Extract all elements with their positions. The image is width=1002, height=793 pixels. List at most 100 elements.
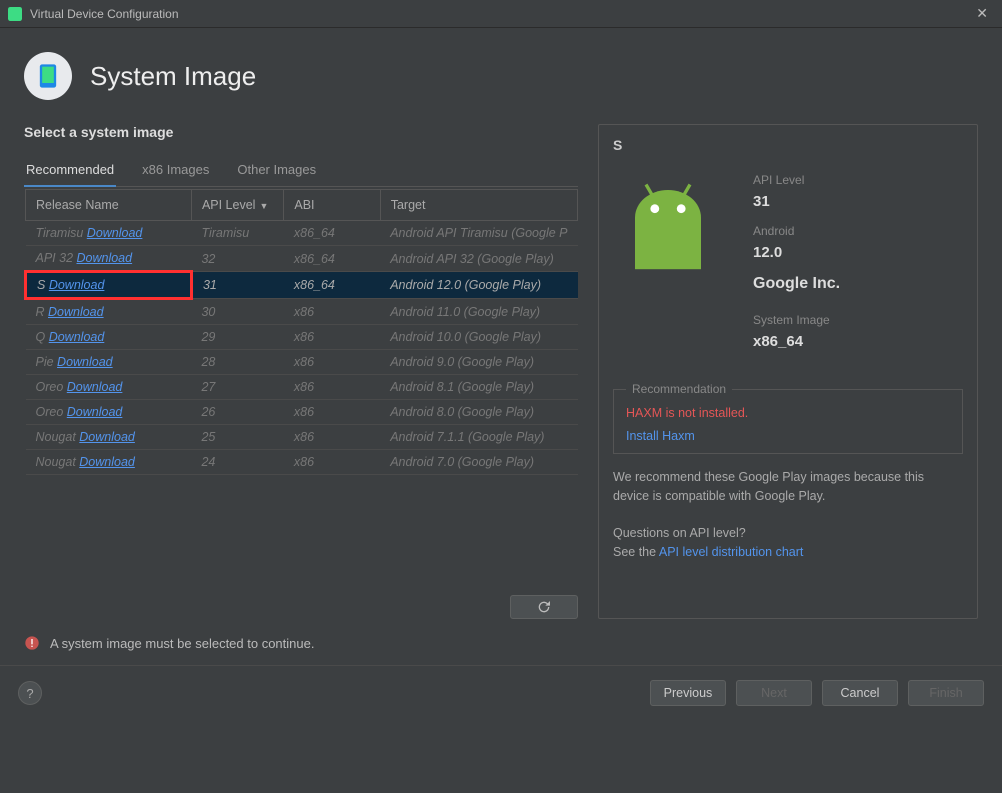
cell-abi: x86_64	[284, 221, 380, 246]
tab-other-images[interactable]: Other Images	[235, 154, 318, 186]
cell-target: Android 8.1 (Google Play)	[380, 375, 577, 400]
cell-target: Android 12.0 (Google Play)	[380, 272, 577, 299]
api-level-question: Questions on API level?	[613, 526, 963, 540]
table-row[interactable]: API 32 Download32x86_64Android API 32 (G…	[26, 246, 578, 272]
close-icon[interactable]: ✕	[970, 3, 994, 24]
release-name: R	[36, 305, 49, 319]
release-name: S	[37, 278, 49, 292]
cell-target: Android 9.0 (Google Play)	[380, 350, 577, 375]
cell-target: Android API 32 (Google Play)	[380, 246, 577, 272]
cell-api: 27	[191, 375, 283, 400]
table-row[interactable]: Q Download29x86Android 10.0 (Google Play…	[26, 325, 578, 350]
table-row[interactable]: Oreo Download 26x86Android 8.0 (Google Pl…	[26, 400, 578, 425]
alert-row: A system image must be selected to conti…	[0, 619, 1002, 659]
release-name: Nougat	[36, 430, 80, 444]
download-link[interactable]: Download	[48, 305, 104, 319]
footer: ? Previous Next Cancel Finish	[0, 665, 1002, 720]
download-link[interactable]: Download	[57, 355, 113, 369]
cell-target: Android API Tiramisu (Google P	[380, 221, 577, 246]
refresh-icon	[536, 599, 552, 615]
android-version-value: 12.0	[753, 244, 840, 261]
release-name: Pie	[36, 355, 58, 369]
finish-button[interactable]: Finish	[908, 680, 984, 706]
details-panel: S API Level 31 Android 12.0 Google Inc. …	[598, 124, 978, 619]
download-link[interactable]: Download	[79, 430, 135, 444]
cell-abi: x86	[284, 350, 380, 375]
page-header: System Image	[0, 28, 1002, 124]
download-link[interactable]: Download	[77, 251, 133, 265]
page-title: System Image	[90, 61, 256, 92]
system-image-value: x86_64	[753, 333, 840, 350]
release-name: Oreo	[36, 405, 67, 419]
selected-image-name: S	[613, 137, 963, 153]
download-link[interactable]: Download	[79, 455, 135, 469]
api-level-value: 31	[753, 193, 840, 210]
tab-x86-images[interactable]: x86 Images	[140, 154, 211, 186]
next-button[interactable]: Next	[736, 680, 812, 706]
api-level-chart-link[interactable]: API level distribution chart	[659, 545, 804, 559]
haxm-warning: HAXM is not installed.	[626, 406, 950, 420]
cell-abi: x86	[284, 325, 380, 350]
table-row[interactable]: Pie Download 28x86Android 9.0 (Google Pla…	[26, 350, 578, 375]
table-row[interactable]: S Download31x86_64Android 12.0 (Google P…	[26, 272, 578, 299]
download-link[interactable]: Download	[49, 278, 105, 292]
release-name: Tiramisu	[36, 226, 87, 240]
window-title: Virtual Device Configuration	[30, 7, 179, 21]
android-studio-icon	[8, 7, 22, 21]
cell-abi: x86	[284, 299, 380, 325]
system-image-label: System Image	[753, 313, 840, 327]
cell-abi: x86_64	[284, 246, 380, 272]
android-phone-icon	[34, 62, 62, 90]
download-link[interactable]: Download	[67, 405, 123, 419]
col-target[interactable]: Target	[380, 190, 577, 221]
previous-button[interactable]: Previous	[650, 680, 726, 706]
col-release-name[interactable]: Release Name	[26, 190, 192, 221]
table-row[interactable]: Tiramisu DownloadTiramisux86_64Android A…	[26, 221, 578, 246]
table-row[interactable]: Nougat Download 25x86Android 7.1.1 (Googl…	[26, 425, 578, 450]
api-level-label: API Level	[753, 173, 840, 187]
download-link[interactable]: Download	[87, 226, 143, 240]
system-image-table: Release Name API Level▼ ABI Target Tiram…	[24, 189, 578, 475]
see-the-text: See the	[613, 545, 659, 559]
cell-api: 25	[191, 425, 283, 450]
refresh-button[interactable]	[510, 595, 578, 619]
cell-api: Tiramisu	[191, 221, 283, 246]
table-row[interactable]: R Download 30x86Android 11.0 (Google Play…	[26, 299, 578, 325]
cell-api: 31	[191, 272, 283, 299]
download-link[interactable]: Download	[67, 380, 123, 394]
cell-api: 28	[191, 350, 283, 375]
cell-abi: x86	[284, 425, 380, 450]
error-icon	[24, 635, 40, 651]
table-row[interactable]: Oreo Download 27x86Android 8.1 (Google Pl…	[26, 375, 578, 400]
vendor-value: Google Inc.	[753, 275, 840, 293]
col-api-level[interactable]: API Level▼	[191, 190, 283, 221]
col-abi[interactable]: ABI	[284, 190, 380, 221]
download-link[interactable]: Download	[49, 330, 105, 344]
release-name: API 32	[36, 251, 77, 265]
table-row[interactable]: Nougat Download 24x86Android 7.0 (Google …	[26, 450, 578, 475]
cell-abi: x86	[284, 450, 380, 475]
cell-api: 24	[191, 450, 283, 475]
cell-abi: x86	[284, 375, 380, 400]
header-icon	[24, 52, 72, 100]
android-label: Android	[753, 224, 840, 238]
recommendation-text: We recommend these Google Play images be…	[613, 468, 963, 506]
alert-text: A system image must be selected to conti…	[50, 636, 314, 651]
cell-target: Android 8.0 (Google Play)	[380, 400, 577, 425]
cell-target: Android 7.1.1 (Google Play)	[380, 425, 577, 450]
cell-api: 26	[191, 400, 283, 425]
release-name: Nougat	[36, 455, 80, 469]
titlebar: Virtual Device Configuration ✕	[0, 0, 1002, 28]
release-name: Oreo	[36, 380, 67, 394]
android-robot-icon	[613, 173, 723, 273]
help-button[interactable]: ?	[18, 681, 42, 705]
tab-recommended[interactable]: Recommended	[24, 154, 116, 187]
cell-target: Android 7.0 (Google Play)	[380, 450, 577, 475]
cell-api: 30	[191, 299, 283, 325]
tabs-bar: Recommended x86 Images Other Images	[24, 154, 578, 187]
cell-target: Android 10.0 (Google Play)	[380, 325, 577, 350]
install-haxm-link[interactable]: Install Haxm	[626, 429, 695, 443]
cell-abi: x86	[284, 400, 380, 425]
cell-target: Android 11.0 (Google Play)	[380, 299, 577, 325]
cancel-button[interactable]: Cancel	[822, 680, 898, 706]
